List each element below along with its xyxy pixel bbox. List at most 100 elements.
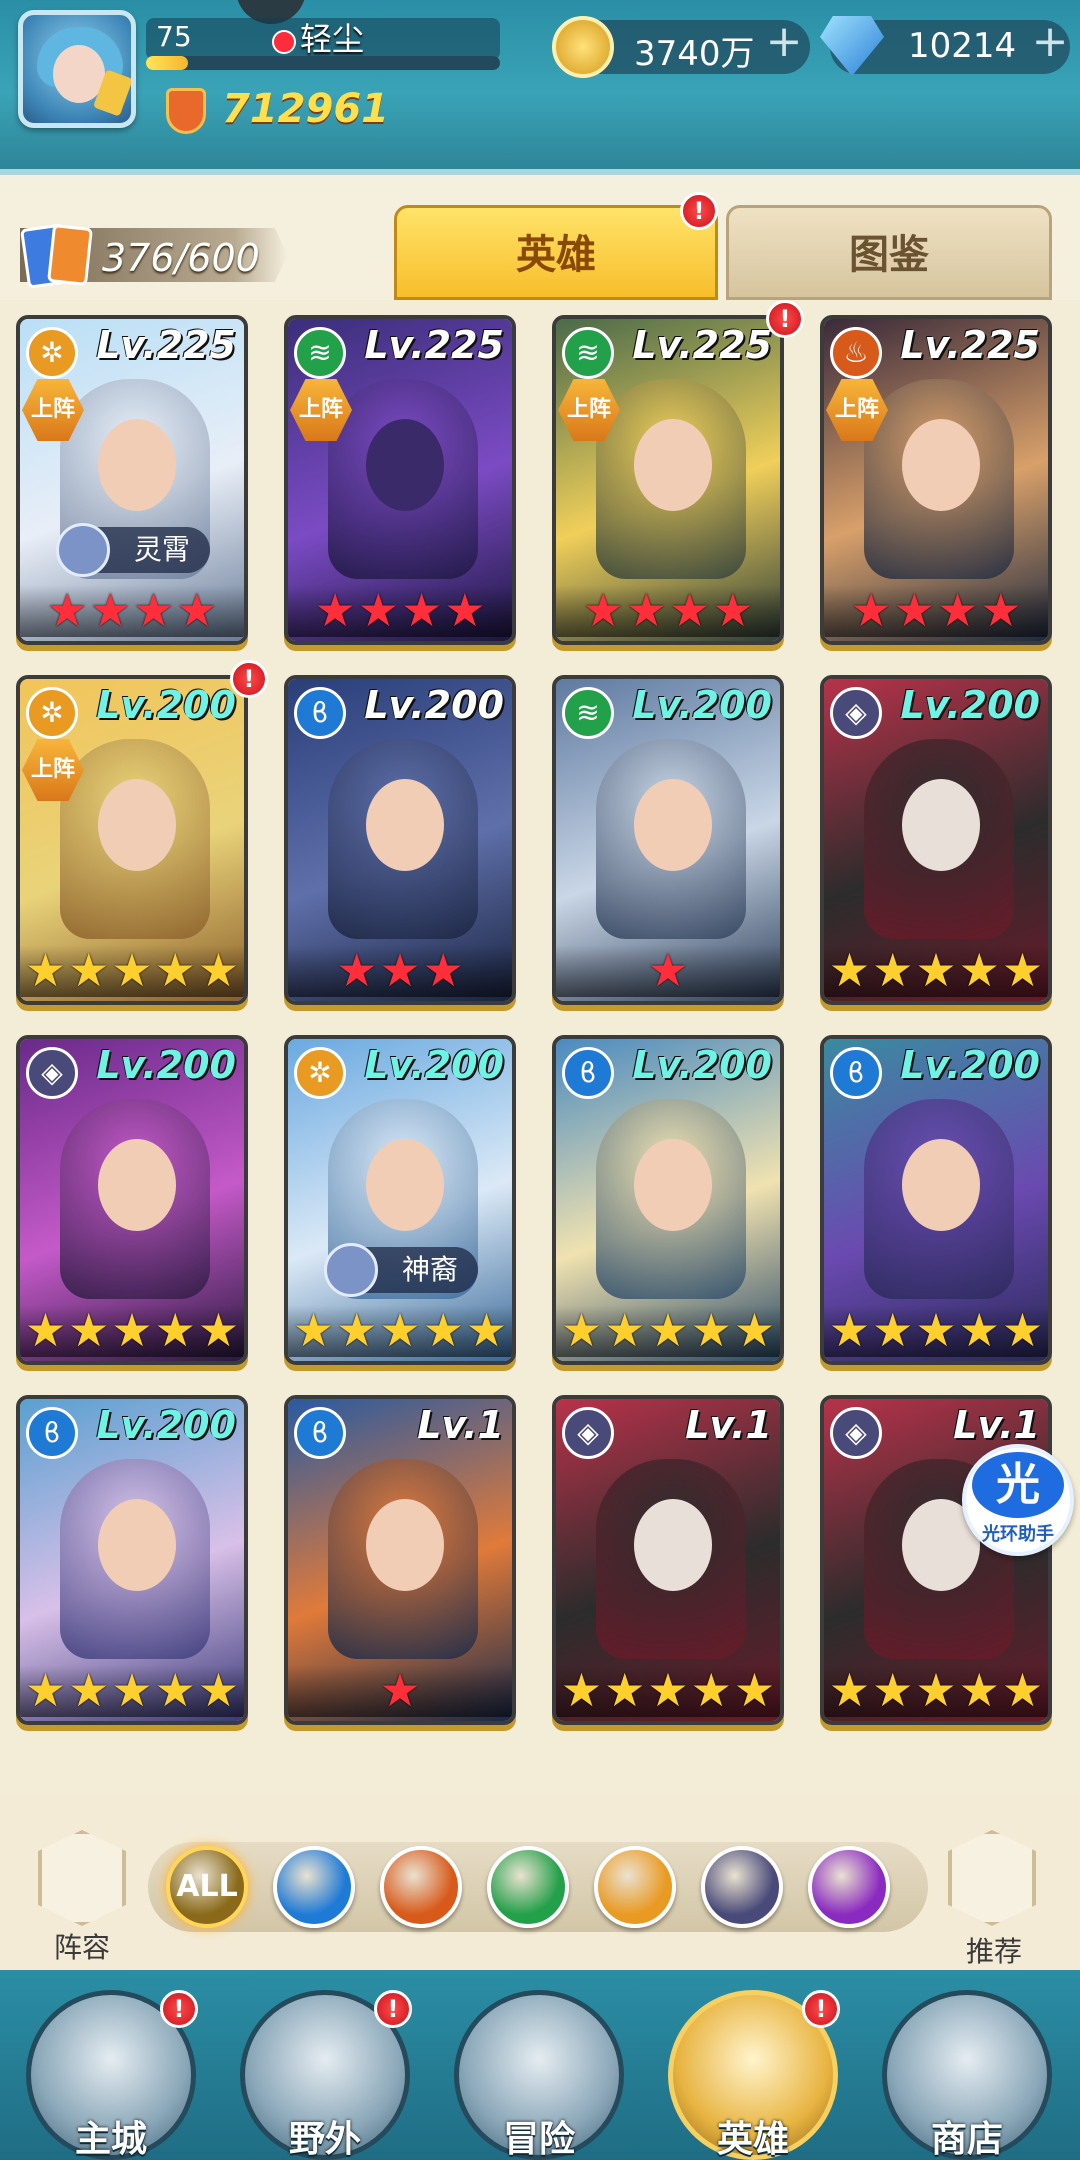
hero-level: Lv.225: [364, 323, 504, 367]
hero-star-rating: ★★★★★: [556, 1665, 780, 1717]
filter-nature-button[interactable]: [487, 1846, 569, 1928]
hero-star-rating: ★★★★★: [20, 1305, 244, 1357]
hero-face: [902, 419, 980, 511]
light-faction-icon: ✲: [26, 687, 78, 739]
filter-void-button[interactable]: [701, 1846, 783, 1928]
hero-alert-badge: !: [230, 660, 268, 698]
add-gold-button[interactable]: +: [764, 20, 804, 64]
star-icon: ★: [154, 1303, 196, 1357]
hero-grid: ✲ Lv.225 上阵 灵霄 ★★★★ ≋ Lv.225 上阵 ★★★★ ≋ Lv.225 上阵 ★★★…: [0, 300, 1080, 1795]
hero-star-rating: ★★★★★: [824, 1305, 1048, 1357]
filter-arcane-button[interactable]: [808, 1846, 890, 1928]
hero-face: [634, 419, 712, 511]
star-icon: ★: [850, 583, 892, 637]
hero-card[interactable]: ◈ Lv.200 ★★★★★: [16, 1035, 248, 1365]
star-icon: ★: [401, 583, 443, 637]
hero-card[interactable]: ϐ Lv.1 ★: [284, 1395, 516, 1725]
hero-star-rating: ★★★★★: [556, 1305, 780, 1357]
aura-helper-label: 光环助手: [982, 1524, 1054, 1545]
hero-face: [98, 419, 176, 511]
star-icon: ★: [314, 583, 356, 637]
star-icon: ★: [828, 1303, 871, 1357]
star-icon: ★: [379, 1303, 421, 1357]
hero-card[interactable]: ✲ Lv.200 上阵 ★★★★★: [16, 675, 248, 1005]
star-icon: ★: [582, 583, 624, 637]
hero-card[interactable]: ≋ Lv.200 ★: [552, 675, 784, 1005]
hero-card-count: 376/600: [102, 236, 260, 280]
nav-label: 英雄: [716, 2119, 789, 2160]
star-icon: ★: [1001, 1303, 1044, 1357]
filter-fire-button[interactable]: [380, 1846, 462, 1928]
tab-codex[interactable]: 图鉴: [726, 205, 1052, 300]
player-avatar[interactable]: [18, 10, 136, 128]
hero-level: Lv.200: [632, 683, 772, 727]
hero-face: [366, 1499, 444, 1591]
filter-all-button[interactable]: ALL: [166, 1846, 248, 1928]
hero-level: Lv.200: [632, 1043, 772, 1087]
hero-star-rating: ★★★★★: [824, 945, 1048, 997]
hero-card[interactable]: ϐ Lv.200 ★★★★★: [552, 1035, 784, 1365]
star-icon: ★: [690, 1303, 732, 1357]
star-icon: ★: [872, 1663, 914, 1717]
add-gem-button[interactable]: +: [1030, 20, 1070, 64]
filter-water-button[interactable]: [273, 1846, 355, 1928]
water-faction-icon: ϐ: [26, 1407, 78, 1459]
hero-face: [634, 1499, 712, 1591]
xp-bar-fill: [146, 56, 189, 70]
nav-label: 冒险: [502, 2119, 575, 2160]
star-icon: ★: [733, 1663, 776, 1717]
hero-face: [366, 419, 444, 511]
star-icon: ★: [1001, 943, 1044, 997]
fire-faction-icon: ♨: [830, 327, 882, 379]
star-icon: ★: [712, 583, 754, 637]
hero-card[interactable]: ϐ Lv.200 ★★★★★: [820, 1035, 1052, 1365]
void-faction-icon: ◈: [830, 687, 882, 739]
hero-level: Lv.225: [900, 323, 1040, 367]
xp-bar: [146, 56, 500, 70]
hero-card[interactable]: ◈ Lv.1 ★★★★★: [552, 1395, 784, 1725]
hero-star-rating: ★: [288, 1665, 512, 1717]
hero-card[interactable]: ◈ Lv.200 ★★★★★: [820, 675, 1052, 1005]
hero-level: Lv.200: [96, 683, 236, 727]
combat-power-icon: [166, 88, 206, 134]
hero-card[interactable]: ✲ Lv.225 上阵 灵霄 ★★★★: [16, 315, 248, 645]
star-icon: ★: [690, 1663, 732, 1717]
hero-card[interactable]: ϐ Lv.200 ★★★: [284, 675, 516, 1005]
hero-title-text: 神裔: [401, 1253, 458, 1286]
hero-star-rating: ★★★★★: [20, 1665, 244, 1717]
hero-card[interactable]: ✲ Lv.200 神裔 ★★★★★: [284, 1035, 516, 1365]
star-icon: ★: [958, 943, 1000, 997]
filter-light-button[interactable]: [594, 1846, 676, 1928]
hero-card[interactable]: ≋ Lv.225 上阵 ★★★★: [552, 315, 784, 645]
hero-face: [98, 1139, 176, 1231]
star-icon: ★: [915, 1663, 957, 1717]
player-level: 75: [156, 20, 192, 53]
tab-heroes[interactable]: 英雄: [394, 205, 718, 300]
star-icon: ★: [647, 1663, 689, 1717]
hero-title-badge: 灵霄: [56, 523, 210, 577]
star-icon: ★: [336, 1303, 378, 1357]
hero-card[interactable]: ♨ Lv.225 上阵 ★★★★: [820, 315, 1052, 645]
hero-level: Lv.1: [685, 1403, 772, 1447]
hero-level: Lv.200: [364, 683, 504, 727]
hero-cards-icon-back: [47, 224, 93, 286]
hero-title-text: 灵霄: [133, 533, 190, 566]
void-faction-icon: ◈: [26, 1047, 78, 1099]
star-icon: ★: [68, 1303, 110, 1357]
star-icon: ★: [937, 583, 979, 637]
star-icon: ★: [560, 1303, 603, 1357]
star-icon: ★: [197, 943, 240, 997]
star-icon: ★: [24, 1663, 67, 1717]
tab-heroes-alert-badge: !: [680, 192, 718, 230]
star-icon: ★: [872, 1303, 914, 1357]
hero-level: Lv.200: [900, 1043, 1040, 1087]
nav-alert-badge: !: [802, 1990, 840, 2028]
nav-label: 野外: [288, 2119, 361, 2160]
hero-star-rating: ★★★: [288, 945, 512, 997]
star-icon: ★: [357, 583, 399, 637]
hero-star-rating: ★★★★: [288, 585, 512, 637]
star-icon: ★: [133, 583, 175, 637]
hero-card[interactable]: ≋ Lv.225 上阵 ★★★★: [284, 315, 516, 645]
hero-card[interactable]: ϐ Lv.200 ★★★★★: [16, 1395, 248, 1725]
star-icon: ★: [111, 943, 153, 997]
